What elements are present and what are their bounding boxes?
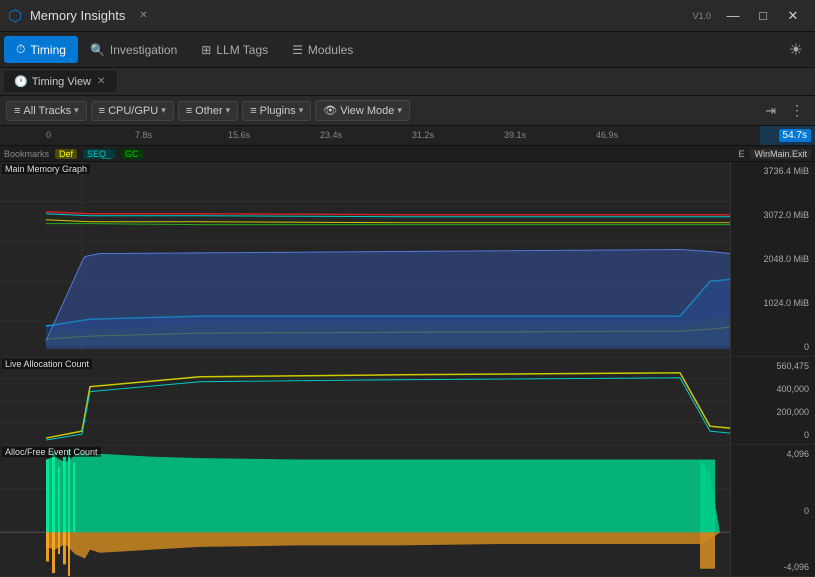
main-memory-svg [0,162,730,356]
llmtags-icon: ⊞ [201,43,211,57]
alloc-free-svg [0,445,730,576]
plugins-label: Plugins [260,105,296,117]
chevron-down-icon2: ▾ [161,105,166,116]
chevron-down-icon3: ▾ [226,105,231,116]
axis-1024: 1024.0 MiB [737,298,809,308]
axis-0-mem: 0 [737,342,809,352]
app-icon: ⬡ [8,6,22,26]
ruler-tick-5: 39.1s [504,130,526,140]
axis-560475: 560,475 [737,361,809,371]
alloc-free-graph-section: Alloc/Free Event Count [0,445,730,577]
ruler-tick-1: 7.8s [135,130,152,140]
other-label: Other [195,105,223,117]
ruler-tick-3: 23.4s [320,130,342,140]
modules-icon: ☰ [292,43,303,57]
titlebar-controls: V1.0 — □ ✕ [692,6,807,26]
nav-tab-modules-label: Modules [308,43,353,57]
alloc-free-axis: 4,096 0 -4,096 [731,445,815,577]
chevron-down-icon: ▾ [74,105,79,116]
toolbar-right: ⇥ ⋮ [760,100,809,121]
clock-icon: 🕐 [14,75,28,88]
more-options-btn[interactable]: ⋮ [785,100,809,121]
other-button[interactable]: ≡ Other ▾ [178,101,238,121]
ruler-tick-2: 15.6s [228,130,250,140]
bookmark-seq: SEQ_ [83,149,115,159]
settings-icon-btn[interactable]: ☀ [781,36,811,64]
alloc-free-label: Alloc/Free Event Count [2,447,101,457]
plugins-button[interactable]: ≡ Plugins ▾ [242,101,311,121]
inner-tabs: 🕐 Timing View ✕ [0,68,815,96]
axis-0-event: 0 [737,506,809,516]
live-alloc-label: Live Allocation Count [2,359,92,369]
maximize-button[interactable]: □ [749,6,777,26]
timing-icon: ⏱ [16,42,25,57]
ruler-current-time: 54.7s [779,129,811,142]
plugins-icon: ≡ [250,105,256,117]
navtabs-right: ☀ [781,36,811,64]
toolbar: ≡ All Tracks ▾ ≡ CPU/GPU ▾ ≡ Other ▾ ≡ P… [0,96,815,126]
bookmark-gc: GC [121,149,143,159]
axis-4096: 4,096 [737,449,809,459]
titlebar-close-tab[interactable]: ✕ [133,8,153,23]
ruler-tick-6: 46.9s [596,130,618,140]
live-alloc-svg [0,357,730,444]
timeline-ruler[interactable]: 0 7.8s 15.6s 23.4s 31.2s 39.1s 46.9s 54.… [0,126,815,146]
titlebar-left: ⬡ Memory Insights ✕ [8,6,154,26]
nav-tab-investigation[interactable]: 🔍 Investigation [78,37,189,63]
axis-neg4096: -4,096 [737,562,809,572]
chart-right-axis: 3736.4 MiB 3072.0 MiB 2048.0 MiB 1024.0 … [730,162,815,577]
minimize-button[interactable]: — [719,6,747,26]
all-tracks-button[interactable]: ≡ All Tracks ▾ [6,101,87,121]
ruler-tick-0: 0 [46,130,51,140]
axis-2048: 2048.0 MiB [737,254,809,264]
nav-tabs: ⏱ Timing 🔍 Investigation ⊞ LLM Tags ☰ Mo… [0,32,815,68]
bookmark-def: Def [55,149,77,159]
viewmode-button[interactable]: 👁 View Mode ▾ [315,100,410,121]
nav-tab-llmtags[interactable]: ⊞ LLM Tags [189,37,280,63]
ruler-tick-4: 31.2s [412,130,434,140]
chevron-down-icon5: ▾ [397,105,402,116]
investigation-icon: 🔍 [90,43,105,57]
live-alloc-graph-section: Live Allocation Count [0,357,730,445]
main-memory-graph-section: Main Memory Graph [0,162,730,357]
live-alloc-axis: 560,475 400,000 200,000 0 [731,357,815,445]
chart-left: Main Memory Graph [0,162,730,577]
app-title: Memory Insights [30,8,125,23]
axis-3072: 3072.0 MiB [737,210,809,220]
chart-area: Main Memory Graph [0,162,815,577]
axis-200000: 200,000 [737,407,809,417]
bookmark-winmain: WinMain.Exit [750,149,811,159]
version-label: V1.0 [692,11,711,21]
nav-tab-modules[interactable]: ☰ Modules [280,37,365,63]
all-tracks-label: All Tracks [23,105,71,117]
nav-tab-llmtags-label: LLM Tags [216,43,268,57]
eye-icon: 👁 [323,104,337,117]
other-icon: ≡ [186,105,192,117]
viewmode-label: View Mode [340,105,394,117]
nav-tab-timing[interactable]: ⏱ Timing [4,36,78,63]
bookmarks-label: Bookmarks [4,149,49,159]
inner-tab-close-button[interactable]: ✕ [95,76,107,87]
inner-tab-timingview-label: Timing View [32,76,91,88]
close-button[interactable]: ✕ [779,6,807,26]
nav-tab-timing-label: Timing [30,43,66,57]
cpugpu-label: CPU/GPU [108,105,158,117]
titlebar: ⬡ Memory Insights ✕ V1.0 — □ ✕ [0,0,815,32]
inner-tab-timingview[interactable]: 🕐 Timing View ✕ [4,71,118,92]
axis-400000: 400,000 [737,384,809,394]
cpugpu-icon: ≡ [99,105,105,117]
nav-tab-investigation-label: Investigation [110,43,177,57]
bookmarks-bar: Bookmarks Def SEQ_ GC E WinMain.Exit [0,146,815,162]
axis-0-alloc: 0 [737,430,809,440]
cpugpu-button[interactable]: ≡ CPU/GPU ▾ [91,101,174,121]
main-memory-label: Main Memory Graph [2,164,90,174]
pin-icon-btn[interactable]: ⇥ [760,100,781,121]
bookmark-e-label: E [738,149,744,159]
chevron-down-icon4: ▾ [299,105,304,116]
main-memory-axis: 3736.4 MiB 3072.0 MiB 2048.0 MiB 1024.0 … [731,162,815,357]
all-tracks-icon: ≡ [14,105,20,117]
axis-3736: 3736.4 MiB [737,166,809,176]
